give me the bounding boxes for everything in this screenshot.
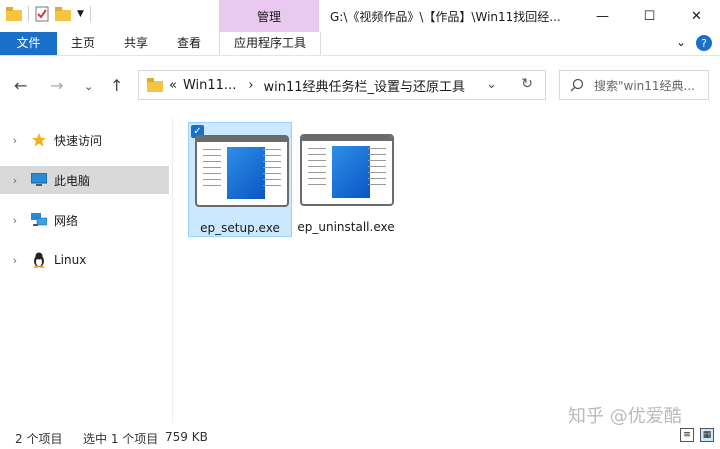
sidebar-item-label: Linux — [54, 253, 87, 267]
address-history-icon[interactable]: ⌄ — [486, 77, 497, 92]
minimize-button[interactable]: — — [579, 0, 626, 32]
folder-icon — [147, 78, 163, 92]
expand-chevron-icon[interactable]: › — [0, 134, 30, 147]
tab-view[interactable]: 查看 — [163, 32, 215, 55]
properties-icon[interactable] — [35, 6, 49, 22]
toolbar-divider — [89, 6, 91, 22]
refresh-button[interactable]: ↻ — [521, 76, 533, 92]
exe-file-icon — [195, 135, 289, 207]
new-folder-icon[interactable] — [55, 7, 71, 21]
selection-count: 选中 1 个项目 — [83, 432, 159, 446]
address-overflow[interactable]: « — [169, 78, 177, 93]
large-icons-view-icon[interactable]: ▦ — [700, 428, 714, 442]
linux-icon — [30, 252, 48, 268]
sidebar-item-label: 快速访问 — [54, 133, 103, 148]
file-name: ep_uninstall.exe — [297, 220, 395, 234]
customize-toolbar-icon[interactable]: ▼ — [77, 9, 84, 19]
window-controls: — ☐ ✕ — [579, 0, 720, 32]
folder-icon[interactable] — [6, 7, 22, 21]
tab-share[interactable]: 共享 — [109, 32, 163, 55]
forward-button[interactable]: → — [50, 76, 63, 95]
up-button[interactable]: ↑ — [110, 76, 123, 95]
view-switcher: ≡ ▦ — [680, 428, 714, 442]
maximize-button[interactable]: ☐ — [626, 0, 673, 32]
window-title: G:\《视频作品》\【作品】\Win11找回经... — [330, 10, 561, 24]
manage-tab-label: 管理 — [256, 9, 281, 24]
tab-application-tools[interactable]: 应用程序工具 — [219, 32, 321, 55]
details-view-icon[interactable]: ≡ — [680, 428, 694, 442]
help-icon[interactable]: ? — [696, 35, 712, 51]
breadcrumb-separator[interactable]: › — [248, 78, 253, 93]
exe-file-icon — [300, 134, 394, 206]
toolbar-divider — [28, 6, 29, 22]
item-count: 2 个项目 — [15, 432, 63, 446]
expand-chevron-icon[interactable]: › — [0, 214, 30, 227]
file-item-ep-setup[interactable]: ✓ ep_setup.exe — [188, 122, 292, 237]
tab-file[interactable]: 文件 — [0, 32, 57, 55]
ribbon-tabs: 文件 主页 共享 查看 应用程序工具 ⌄ ? — [0, 32, 720, 56]
sidebar-item-label: 网络 — [54, 213, 79, 228]
breadcrumb-current-folder[interactable]: win11经典任务栏_设置与还原工具 — [264, 76, 466, 95]
star-icon — [30, 133, 48, 147]
search-placeholder: 搜索"win11经典... — [594, 78, 695, 93]
sidebar-item-quick-access[interactable]: › 快速访问 — [0, 126, 169, 154]
expand-chevron-icon[interactable]: › — [0, 174, 30, 187]
sidebar-item-network[interactable]: › 网络 — [0, 206, 169, 234]
recent-locations-button[interactable]: ⌄ — [84, 80, 93, 93]
close-button[interactable]: ✕ — [673, 0, 720, 32]
navigation-pane: › 快速访问 › 此电脑 › 网络 › Linux — [0, 118, 173, 423]
watermark: 知乎 @优爱酷 — [568, 406, 682, 427]
tab-home[interactable]: 主页 — [57, 32, 109, 55]
file-name: ep_setup.exe — [200, 221, 280, 235]
ribbon-right-controls: ⌄ ? — [676, 35, 712, 51]
selection-size: 759 KB — [165, 430, 208, 444]
sidebar-item-label: 此电脑 — [54, 173, 91, 188]
status-bar: 2 个项目 选中 1 个项目 759 KB — [0, 426, 720, 449]
title-bar: ▼ 管理 G:\《视频作品》\【作品】\Win11找回经... — ☐ ✕ — [0, 0, 720, 32]
quick-access-toolbar: ▼ — [6, 6, 91, 22]
sidebar-item-linux[interactable]: › Linux — [0, 246, 169, 274]
ribbon-collapse-icon[interactable]: ⌄ — [676, 35, 686, 51]
file-list: ✓ ep_setup.exe ep_uninstall.exe — [173, 118, 720, 423]
expand-chevron-icon[interactable]: › — [0, 254, 30, 267]
computer-icon — [30, 173, 48, 187]
breadcrumb-win11[interactable]: Win11... — [183, 78, 236, 93]
network-icon — [30, 213, 48, 227]
search-box[interactable]: 搜索"win11经典... — [559, 70, 709, 100]
back-button[interactable]: ← — [14, 76, 27, 95]
file-item-ep-uninstall[interactable]: ep_uninstall.exe — [294, 122, 398, 237]
sidebar-item-this-pc[interactable]: › 此电脑 — [0, 166, 169, 194]
manage-context-tab[interactable]: 管理 — [219, 0, 319, 32]
address-bar[interactable]: « Win11... › win11经典任务栏_设置与还原工具 ⌄ ↻ — [138, 70, 546, 100]
search-icon — [570, 78, 584, 92]
